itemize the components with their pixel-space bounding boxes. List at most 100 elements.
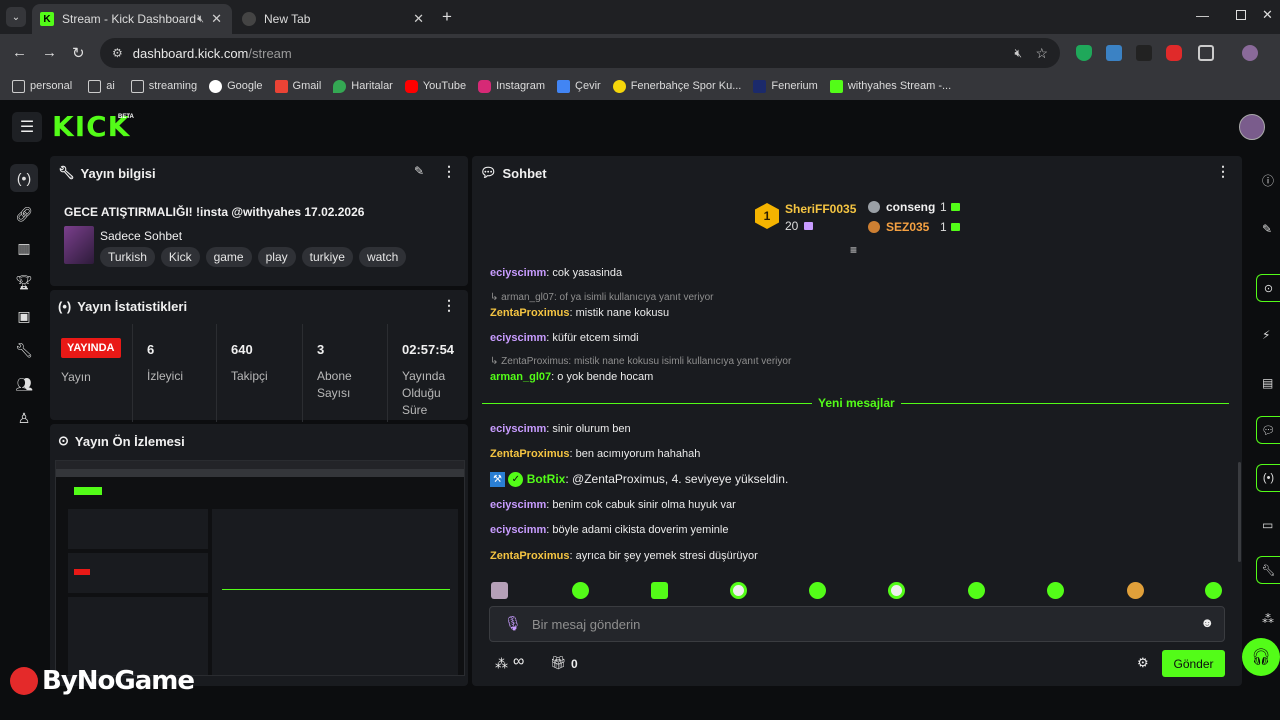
bookmark-fenerbahce[interactable]: Fenerbahçe Spor Ku... — [612, 79, 741, 93]
chat-username[interactable]: eciyscimm — [490, 267, 546, 279]
extensions-puzzle-icon[interactable] — [1198, 45, 1214, 61]
reply-context[interactable]: ↳ ZentaProximus: mistik nane kokusu isim… — [490, 356, 791, 367]
edit-pencil-icon[interactable]: ✎ — [414, 164, 424, 178]
chat-username[interactable]: ZentaProximus — [490, 448, 569, 460]
wrench-icon[interactable]: 🔧︎ — [10, 336, 38, 364]
more-options-icon[interactable]: ⋮ — [1216, 163, 1230, 180]
users-settings-icon[interactable]: 👥︎ — [10, 370, 38, 398]
chat-username[interactable]: eciyscimm — [490, 499, 546, 511]
mute-tab-icon[interactable]: 🔇︎ — [197, 13, 204, 26]
emote-icon[interactable] — [1205, 582, 1222, 599]
chat-username[interactable]: eciyscimm — [490, 423, 546, 435]
emote-icon[interactable] — [572, 582, 589, 599]
analytics-icon[interactable]: ▥ — [10, 234, 38, 262]
user-avatar[interactable] — [1239, 114, 1265, 140]
reload-icon[interactable]: ↻ — [72, 44, 85, 62]
close-window-icon[interactable]: ✕ — [1262, 7, 1273, 23]
bookmark-kick-stream[interactable]: withyahes Stream -... — [829, 79, 951, 93]
right-rail-toggle-stats[interactable]: (•) — [1256, 464, 1280, 492]
menu-icon[interactable]: ☰ — [12, 112, 42, 142]
tag-chip[interactable]: Turkish — [100, 247, 155, 267]
back-icon[interactable]: ← — [12, 44, 27, 61]
community-icon[interactable]: ♙ — [10, 404, 38, 432]
gift-subs-icon[interactable]: 🎁︎ — [550, 655, 567, 671]
chat-settings-icon[interactable]: ⚙ — [1137, 655, 1149, 671]
tag-chip[interactable]: Kick — [160, 247, 200, 267]
right-rail-toggle-chat[interactable]: 💬︎ — [1256, 416, 1280, 444]
emote-icon[interactable] — [968, 582, 985, 599]
chat-scrollbar[interactable] — [1238, 462, 1241, 562]
tab-search-button[interactable]: ⌄ — [6, 7, 26, 27]
chat-username[interactable]: eciyscimm — [490, 332, 546, 344]
stream-live-icon[interactable]: (•) — [10, 164, 38, 192]
tag-chip[interactable]: play — [257, 247, 296, 267]
audio-muted-icon[interactable]: 🔇︎ — [1014, 46, 1022, 61]
right-rail-toggle-preview[interactable]: ⊙ — [1256, 274, 1280, 302]
edit-icon[interactable]: ✎ — [1262, 222, 1272, 236]
tab-new-tab[interactable]: New Tab ✕ — [234, 4, 434, 34]
tag-chip[interactable]: turkiye — [301, 247, 353, 267]
chat-username[interactable]: BotRix — [527, 472, 566, 486]
leader-3-name[interactable]: SEZ035 — [886, 220, 929, 234]
bookmark-folder[interactable]: ai — [88, 79, 115, 93]
leader-2-name[interactable]: conseng — [886, 200, 935, 214]
tag-chip[interactable]: watch — [358, 247, 407, 267]
minimize-icon[interactable]: — — [1196, 8, 1209, 23]
more-options-icon[interactable]: ⋮ — [442, 297, 456, 314]
lightning-icon[interactable]: ⚡︎ — [1262, 328, 1270, 342]
chat-username[interactable]: ZentaProximus — [490, 550, 569, 562]
community-icon[interactable]: ⁂ — [1262, 612, 1274, 626]
emote-icon[interactable] — [888, 582, 905, 599]
bookmark-folder[interactable]: personal — [12, 79, 72, 93]
layout-icon[interactable]: ▭ — [1262, 518, 1273, 532]
microphone-icon[interactable]: 🎙︎ — [504, 615, 522, 632]
emote-icon[interactable] — [651, 582, 668, 599]
send-button[interactable]: Gönder — [1162, 650, 1225, 677]
stream-preview-video[interactable] — [55, 460, 465, 676]
emote-icon[interactable] — [730, 582, 747, 599]
info-icon[interactable]: ⓘ — [1262, 172, 1274, 189]
translate-extension-icon[interactable] — [1106, 45, 1122, 61]
site-info-icon[interactable]: ⚙ — [112, 46, 123, 60]
more-options-icon[interactable]: ⋮ — [442, 163, 456, 180]
new-tab-plus-icon[interactable]: + — [442, 7, 452, 27]
extension-icon[interactable] — [1136, 45, 1152, 61]
bookmark-star-icon[interactable]: ☆ — [1035, 45, 1048, 62]
chat-username[interactable]: eciyscimm — [490, 524, 546, 536]
chat-username[interactable]: ZentaProximus — [490, 307, 569, 319]
url-bar[interactable]: ⚙ dashboard.kick.com/stream 🔇︎ ☆ — [100, 38, 1060, 68]
chat-input[interactable]: 🎙︎ Bir mesaj gönderin ☻ — [489, 606, 1225, 642]
tab-kick-dashboard[interactable]: K Stream - Kick Dashboard 🔇︎ ✕ — [32, 4, 232, 34]
leader-1-name[interactable]: SheriFF0035 — [785, 202, 856, 216]
bookmark-instagram[interactable]: Instagram — [478, 79, 545, 93]
right-rail-toggle-info[interactable]: 🔧︎ — [1256, 556, 1280, 584]
bookmark-youtube[interactable]: YouTube — [404, 79, 466, 93]
close-tab-icon[interactable]: ✕ — [211, 11, 222, 27]
emoji-picker-icon[interactable]: ☻ — [1200, 615, 1214, 630]
notes-icon[interactable]: ▤ — [1262, 376, 1273, 390]
category-thumbnail[interactable] — [64, 226, 94, 264]
bookmark-folder[interactable]: streaming — [130, 79, 197, 93]
category-name[interactable]: Sadece Sohbet — [100, 229, 182, 243]
trophy-icon[interactable]: 🏆︎ — [10, 268, 38, 296]
channel-points-icon[interactable]: ⁂ — [495, 656, 508, 672]
forward-icon[interactable]: → — [42, 44, 57, 61]
bookmark-maps[interactable]: Haritalar — [333, 79, 393, 93]
profile-avatar-icon[interactable] — [1242, 45, 1258, 61]
shield-extension-icon[interactable] — [1076, 45, 1092, 61]
reply-context[interactable]: ↳ arman_gl07: of ya isimli kullanıcıya y… — [490, 292, 713, 303]
bookmark-fenerium[interactable]: Fenerium — [753, 79, 818, 93]
bookmark-gmail[interactable]: Gmail — [274, 79, 321, 93]
chat-username[interactable]: arman_gl07 — [490, 371, 551, 383]
close-tab-icon[interactable]: ✕ — [413, 11, 424, 27]
support-headset-button[interactable]: 🎧︎ — [1242, 638, 1280, 676]
restore-icon[interactable] — [1236, 10, 1246, 20]
tag-chip[interactable]: game — [205, 247, 252, 267]
youtube-extension-icon[interactable] — [1166, 45, 1182, 61]
emote-icon[interactable] — [491, 582, 508, 599]
link-icon[interactable]: 🔗︎ — [10, 200, 38, 228]
bookmark-google[interactable]: Google — [209, 79, 263, 93]
bookmark-translate[interactable]: Çevir — [557, 79, 601, 93]
collapse-leaderboard-icon[interactable]: ≡ — [850, 243, 857, 257]
emote-icon[interactable] — [1047, 582, 1064, 599]
